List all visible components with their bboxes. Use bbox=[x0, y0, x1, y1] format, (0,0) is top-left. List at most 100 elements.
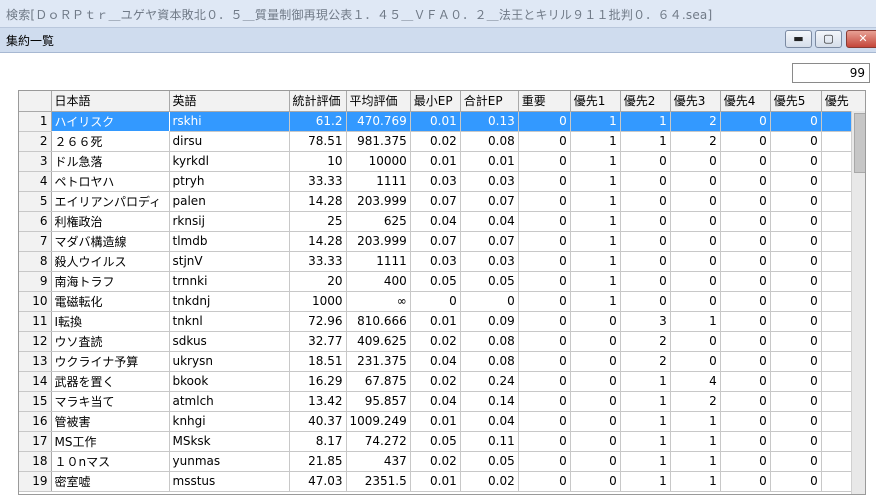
table-cell[interactable]: 13.42 bbox=[289, 391, 347, 412]
table-cell[interactable]: 0 bbox=[720, 191, 771, 212]
table-cell[interactable]: 0 bbox=[720, 211, 771, 232]
table-cell[interactable]: マダバ構造線 bbox=[51, 231, 170, 252]
table-cell[interactable]: trnnki bbox=[169, 271, 290, 292]
table-cell[interactable]: 0 bbox=[720, 231, 771, 252]
table-cell[interactable]: 0 bbox=[720, 351, 771, 372]
column-header[interactable]: 優先5 bbox=[770, 91, 822, 112]
table-cell[interactable]: 1 bbox=[670, 451, 721, 472]
table-cell[interactable]: 南海トラフ bbox=[51, 271, 170, 292]
table-cell[interactable]: rknsij bbox=[169, 211, 290, 232]
table-row[interactable]: 4 ペトロヤハ ptryh 33.33 1111 0.03 0.03 0 1 0 0 0 0 bbox=[19, 171, 862, 192]
close-button[interactable]: ✕ bbox=[846, 30, 876, 48]
table-cell[interactable]: エイリアンパロディ bbox=[51, 191, 170, 212]
table-cell[interactable]: 2 bbox=[620, 351, 671, 372]
table-cell[interactable]: 0.04 bbox=[460, 211, 519, 232]
table-cell[interactable]: 2351.5 bbox=[346, 471, 411, 492]
table-cell[interactable]: ukrysn bbox=[169, 351, 290, 372]
table-cell[interactable]: 0 bbox=[518, 131, 571, 152]
table-cell[interactable]: ∞ bbox=[346, 291, 411, 312]
row-number[interactable]: 7 bbox=[19, 231, 52, 252]
row-number[interactable]: 17 bbox=[19, 431, 52, 452]
table-cell[interactable]: 0 bbox=[518, 451, 571, 472]
row-number[interactable]: 6 bbox=[19, 211, 52, 232]
table-cell[interactable]: 1 bbox=[570, 271, 621, 292]
table-cell[interactable]: 0 bbox=[720, 111, 771, 132]
table-cell[interactable]: 1 bbox=[620, 371, 671, 392]
table-cell[interactable]: 0 bbox=[670, 291, 721, 312]
table-cell[interactable]: 74.272 bbox=[346, 431, 411, 452]
table-cell[interactable]: 0 bbox=[670, 251, 721, 272]
table-cell[interactable]: 0.11 bbox=[460, 431, 519, 452]
table-cell[interactable]: 0 bbox=[518, 351, 571, 372]
column-header[interactable]: 英語 bbox=[169, 91, 290, 112]
table-cell[interactable]: 40.37 bbox=[289, 411, 347, 432]
table-cell[interactable]: 0 bbox=[720, 131, 771, 152]
row-number[interactable]: 5 bbox=[19, 191, 52, 212]
table-cell[interactable]: 0.02 bbox=[410, 131, 461, 152]
table-cell[interactable]: 0 bbox=[770, 331, 822, 352]
table-cell[interactable]: 0 bbox=[518, 211, 571, 232]
table-cell[interactable]: 0 bbox=[770, 371, 822, 392]
table-cell[interactable]: 0 bbox=[720, 371, 771, 392]
column-header[interactable]: 日本語 bbox=[51, 91, 170, 112]
table-cell[interactable]: 0 bbox=[620, 151, 671, 172]
table-cell[interactable]: 14.28 bbox=[289, 191, 347, 212]
table-cell[interactable]: 14.28 bbox=[289, 231, 347, 252]
table-cell[interactable]: 0 bbox=[720, 431, 771, 452]
table-row[interactable]: 10 電磁転化 tnkdnj 1000 ∞ 0 0 0 1 0 0 0 0 bbox=[19, 291, 862, 312]
table-cell[interactable]: 1 bbox=[570, 231, 621, 252]
table-cell[interactable]: 981.375 bbox=[346, 131, 411, 152]
table-cell[interactable]: 0.08 bbox=[460, 351, 519, 372]
table-cell[interactable]: 0.14 bbox=[460, 391, 519, 412]
table-row[interactable]: 14 武器を置く bkook 16.29 67.875 0.02 0.24 0 0 1 4 0 0 bbox=[19, 371, 862, 392]
table-cell[interactable]: 20 bbox=[289, 271, 347, 292]
table-cell[interactable]: 0 bbox=[518, 311, 571, 332]
table-cell[interactable]: 47.03 bbox=[289, 471, 347, 492]
table-row[interactable]: 11 I転換 tnknl 72.96 810.666 0.01 0.09 0 0 3 1 0 0 bbox=[19, 311, 862, 332]
maximize-button[interactable]: ▢ bbox=[815, 30, 842, 48]
row-number[interactable]: 9 bbox=[19, 271, 52, 292]
table-cell[interactable]: rskhi bbox=[169, 111, 290, 132]
table-cell[interactable]: MS工作 bbox=[51, 431, 170, 452]
vertical-scrollbar[interactable] bbox=[851, 111, 865, 494]
table-cell[interactable]: 0.05 bbox=[410, 271, 461, 292]
table-cell[interactable]: 0 bbox=[770, 431, 822, 452]
table-cell[interactable]: 0.07 bbox=[460, 191, 519, 212]
row-number[interactable]: 19 bbox=[19, 471, 52, 492]
table-cell[interactable]: 0.04 bbox=[410, 351, 461, 372]
table-cell[interactable]: 電磁転化 bbox=[51, 291, 170, 312]
table-cell[interactable]: kyrkdl bbox=[169, 151, 290, 172]
table-cell[interactable]: 0 bbox=[518, 271, 571, 292]
table-cell[interactable]: 0.04 bbox=[410, 391, 461, 412]
row-number[interactable]: 16 bbox=[19, 411, 52, 432]
table-cell[interactable]: 0.02 bbox=[410, 451, 461, 472]
table-cell[interactable]: 0 bbox=[518, 291, 571, 312]
summary-grid[interactable]: 日本語 英語 統計評価 平均評価 最小EP 合計EP 重要 優先1 優先2 優先3 優先4 優先5 優先… bbox=[18, 90, 866, 495]
table-cell[interactable]: 0 bbox=[410, 291, 461, 312]
table-cell[interactable]: 0.05 bbox=[410, 431, 461, 452]
table-cell[interactable]: 0 bbox=[720, 391, 771, 412]
table-cell[interactable]: 0 bbox=[570, 371, 621, 392]
table-cell[interactable]: 0 bbox=[720, 471, 771, 492]
table-cell[interactable]: 0.03 bbox=[410, 251, 461, 272]
table-cell[interactable]: 0 bbox=[770, 471, 822, 492]
row-number[interactable]: 11 bbox=[19, 311, 52, 332]
table-cell[interactable]: 0 bbox=[720, 251, 771, 272]
table-cell[interactable]: 殺人ウイルス bbox=[51, 251, 170, 272]
table-row[interactable]: 2 ２６６死 dirsu 78.51 981.375 0.02 0.08 0 1 1 2 0 0 bbox=[19, 131, 862, 152]
table-cell[interactable]: 0 bbox=[670, 191, 721, 212]
table-cell[interactable]: 625 bbox=[346, 211, 411, 232]
table-cell[interactable]: 0.02 bbox=[460, 471, 519, 492]
table-cell[interactable]: 0 bbox=[770, 131, 822, 152]
table-cell[interactable]: 1 bbox=[570, 131, 621, 152]
table-cell[interactable]: 利権政治 bbox=[51, 211, 170, 232]
table-cell[interactable]: 0 bbox=[720, 291, 771, 312]
table-cell[interactable]: 0.01 bbox=[410, 411, 461, 432]
table-cell[interactable]: 203.999 bbox=[346, 191, 411, 212]
table-cell[interactable]: 810.666 bbox=[346, 311, 411, 332]
table-cell[interactable]: 0 bbox=[518, 171, 571, 192]
table-cell[interactable]: 0 bbox=[770, 151, 822, 172]
table-row[interactable]: 5 エイリアンパロディ palen 14.28 203.999 0.07 0.07 0 1 0 0 0… bbox=[19, 191, 862, 212]
table-cell[interactable]: 33.33 bbox=[289, 171, 347, 192]
table-cell[interactable]: 0 bbox=[620, 231, 671, 252]
